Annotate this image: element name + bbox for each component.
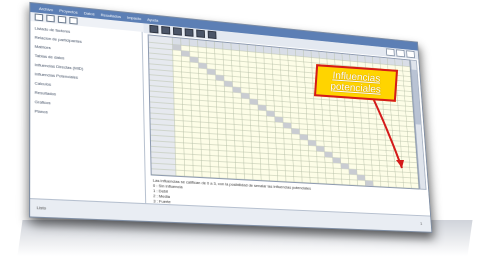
callout-box: Influencias potenciales <box>313 64 399 102</box>
callout-line-2: potenciales <box>329 81 382 96</box>
callout-arrow <box>371 95 404 169</box>
stage: Archivo Proyectos Datos Resultados Impac… <box>0 0 485 256</box>
arrow-line <box>371 95 403 169</box>
arrow-head <box>396 160 404 168</box>
